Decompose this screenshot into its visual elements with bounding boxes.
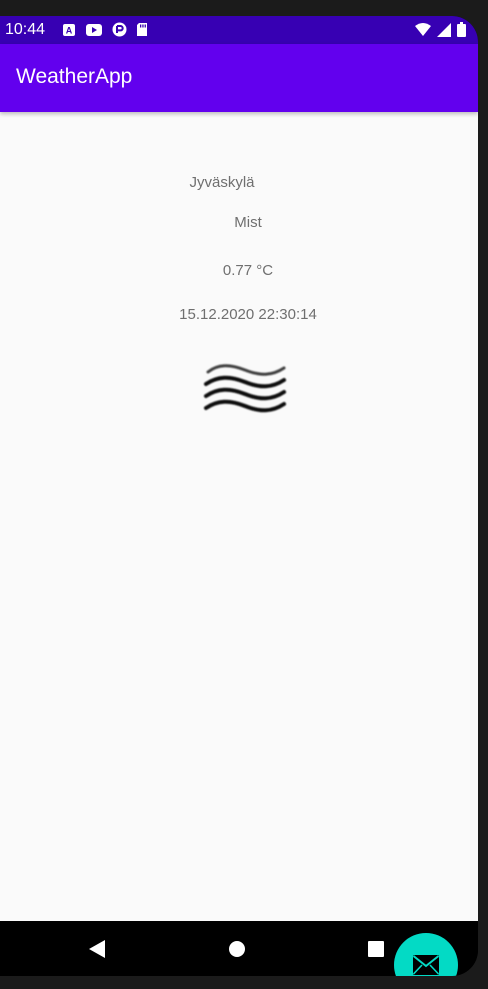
back-icon: [89, 940, 105, 958]
youtube-icon: [86, 23, 102, 36]
sd-card-icon: [137, 23, 147, 36]
weather-content: Jyväskylä Mist 0.77 °C 15.12.2020 22:30:…: [0, 112, 478, 976]
app-bar: WeatherApp: [0, 44, 478, 112]
pocketcasts-icon: [112, 22, 127, 37]
signal-icon: [437, 22, 451, 37]
home-icon: [229, 941, 245, 957]
city-name: Jyväskylä: [189, 174, 255, 191]
wifi-icon: [415, 22, 431, 36]
recents-icon: [368, 941, 384, 957]
battery-icon: [457, 22, 466, 37]
back-button[interactable]: [86, 938, 108, 960]
temperature: 0.77 °C: [222, 262, 274, 279]
status-system-icons: [415, 22, 466, 37]
recents-button[interactable]: [365, 938, 387, 960]
mist-icon: [204, 364, 286, 413]
status-time: 10:44: [5, 21, 46, 38]
weather-condition: Mist: [234, 214, 262, 231]
mail-icon: [412, 955, 440, 975]
status-bar: 10:44 A: [0, 16, 478, 44]
device-screen: 10:44 A WeatherApp Jyväskylä Mist 0.77 °…: [0, 16, 478, 976]
svg-text:A: A: [66, 25, 73, 35]
timestamp: 15.12.2020 22:30:14: [179, 306, 317, 323]
a-notification-icon: A: [63, 23, 75, 36]
device-frame: 10:44 A WeatherApp Jyväskylä Mist 0.77 °…: [0, 0, 488, 989]
status-notification-icons: A: [62, 22, 148, 37]
home-button[interactable]: [226, 938, 248, 960]
app-title: WeatherApp: [16, 65, 133, 88]
